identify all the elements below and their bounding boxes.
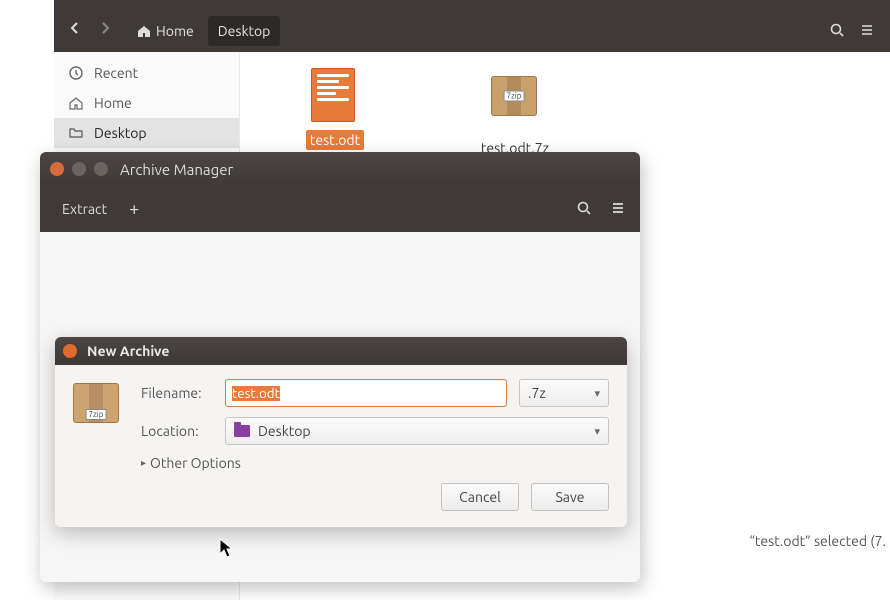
file-manager-titlebar-fragment [54, 0, 890, 10]
status-text: “test.odt” selected (7. [749, 533, 886, 549]
search-icon [829, 22, 845, 38]
home-icon [136, 23, 152, 39]
view-list-button[interactable] [852, 22, 882, 41]
file-item-test-odt-7z[interactable]: 7zip test.odt.7z [460, 68, 570, 158]
chevron-down-icon: ▾ [594, 425, 600, 438]
window-close-button[interactable] [50, 162, 64, 176]
list-icon [859, 22, 875, 38]
location-select[interactable]: Desktop ▾ [225, 417, 609, 445]
plus-icon: + [129, 199, 139, 219]
location-label: Location: [141, 423, 213, 439]
new-archive-titlebar[interactable]: New Archive [55, 337, 627, 365]
chevron-right-icon [97, 20, 113, 36]
archive-manager-titlebar[interactable]: Archive Manager [40, 152, 640, 186]
dialog-title: New Archive [87, 343, 169, 359]
chevron-down-icon: ▾ [594, 387, 600, 400]
file-item-test-odt[interactable]: test.odt [280, 68, 390, 150]
sidebar-item-label: Desktop [94, 125, 147, 141]
archive-badge: 7zip [504, 91, 525, 102]
menu-button[interactable] [610, 200, 626, 219]
cancel-label: Cancel [459, 489, 501, 505]
hamburger-icon [610, 200, 626, 216]
clock-icon [68, 65, 84, 81]
breadcrumb-home-label: Home [156, 23, 194, 39]
extension-select[interactable]: .7z ▾ [519, 379, 609, 407]
new-archive-dialog: New Archive 7zip Filename: .7z ▾ Locatio… [55, 337, 627, 527]
back-button[interactable] [62, 18, 88, 44]
extension-value: .7z [528, 385, 546, 401]
save-button[interactable]: Save [531, 483, 609, 511]
save-label: Save [555, 489, 584, 505]
extract-label: Extract [62, 201, 107, 217]
breadcrumb-home[interactable]: Home [126, 16, 204, 46]
sidebar-item-home[interactable]: Home [54, 88, 239, 118]
breadcrumb-desktop-label: Desktop [218, 23, 271, 39]
folder-icon [234, 425, 250, 437]
status-bar: “test.odt” selected (7. [640, 528, 890, 554]
window-maximize-button[interactable] [94, 162, 108, 176]
sidebar-item-recent[interactable]: Recent [54, 58, 239, 88]
other-options-expander[interactable]: ▸ Other Options [141, 455, 609, 471]
new-archive-icon: 7zip [73, 379, 129, 426]
forward-button[interactable] [92, 18, 118, 44]
location-value: Desktop [258, 423, 311, 439]
dialog-close-button[interactable] [63, 344, 77, 358]
search-icon [576, 200, 592, 216]
extract-button[interactable]: Extract [54, 195, 115, 223]
sidebar-item-desktop[interactable]: Desktop [54, 118, 239, 148]
archive-manager-toolbar: Extract + [40, 186, 640, 232]
window-minimize-button[interactable] [72, 162, 86, 176]
file-label: test.odt [306, 130, 364, 150]
file-manager-toolbar: Home Desktop [54, 10, 890, 52]
search-button[interactable] [576, 200, 592, 219]
home-icon [68, 95, 84, 111]
odt-file-icon [311, 68, 355, 122]
breadcrumb-desktop[interactable]: Desktop [208, 16, 281, 46]
search-button[interactable] [822, 22, 852, 41]
archive-file-icon: 7zip [491, 76, 537, 116]
window-title: Archive Manager [120, 161, 233, 178]
triangle-right-icon: ▸ [141, 457, 146, 469]
sidebar-item-label: Recent [94, 65, 138, 81]
filename-label: Filename: [141, 385, 213, 401]
mouse-cursor [219, 538, 235, 563]
cancel-button[interactable]: Cancel [441, 483, 519, 511]
other-options-label: Other Options [150, 455, 241, 471]
add-button[interactable]: + [129, 199, 139, 219]
sidebar-item-label: Home [94, 95, 132, 111]
archive-badge: 7zip [86, 409, 107, 420]
filename-input[interactable] [225, 379, 507, 407]
chevron-left-icon [67, 20, 83, 36]
folder-icon [68, 125, 84, 141]
